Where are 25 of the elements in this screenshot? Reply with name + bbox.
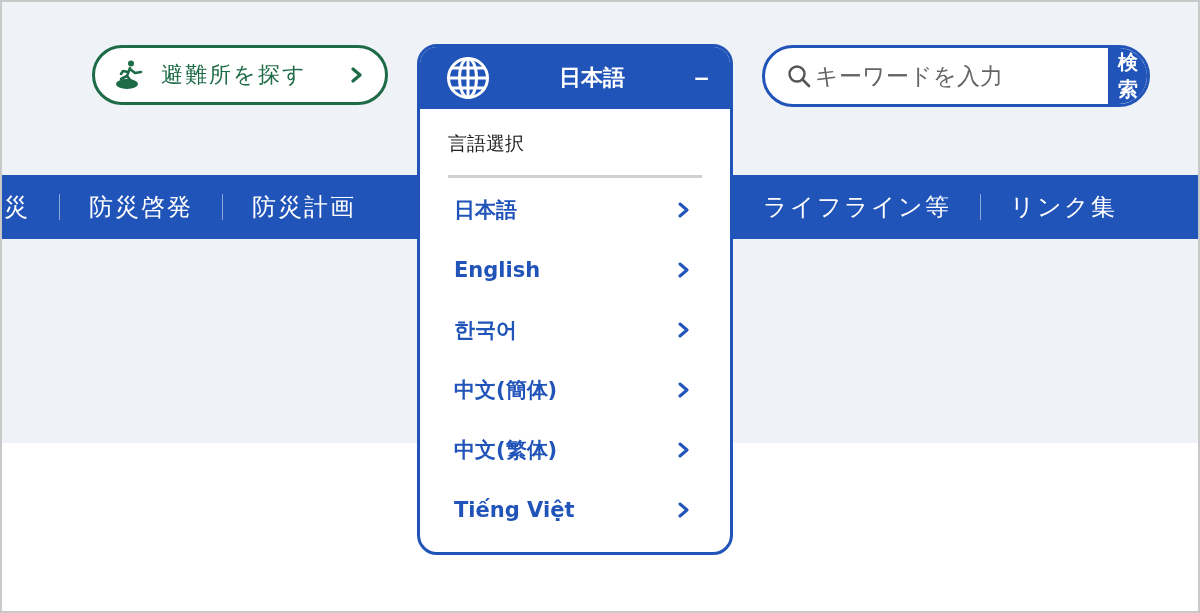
language-option[interactable]: 中文(簡体): [448, 358, 702, 418]
nav-link[interactable]: 災: [4, 191, 30, 223]
menu-heading: 言語選択: [448, 131, 702, 178]
globe-icon: [446, 56, 490, 100]
nav-link[interactable]: ライフライン等: [763, 191, 951, 223]
search-icon: [787, 64, 811, 88]
chevron-icon: [678, 262, 690, 278]
language-option[interactable]: 日本語: [448, 178, 702, 238]
language-option[interactable]: 한국어: [448, 298, 702, 358]
chevron-icon: [678, 202, 690, 218]
search-button[interactable]: 検索: [1108, 48, 1147, 104]
language-option[interactable]: English: [448, 238, 702, 298]
chevron-icon: [351, 67, 363, 83]
chevron-icon: [678, 502, 690, 518]
nav-link[interactable]: リンク集: [1010, 191, 1117, 223]
nav-link[interactable]: 防災啓発: [89, 191, 193, 223]
chevron-icon: [678, 382, 690, 398]
chevron-icon: [678, 322, 690, 338]
chevron-icon: [678, 442, 690, 458]
nav-link[interactable]: 防災計画: [252, 191, 356, 223]
find-shelter-button[interactable]: 避難所を探す: [92, 45, 388, 105]
search-field[interactable]: キーワードを入力 検索: [762, 45, 1150, 107]
language-toggle-button[interactable]: 日本語 −: [420, 47, 730, 109]
language-option[interactable]: Tiếng Việt: [448, 478, 702, 538]
language-option[interactable]: 中文(繁体): [448, 418, 702, 478]
